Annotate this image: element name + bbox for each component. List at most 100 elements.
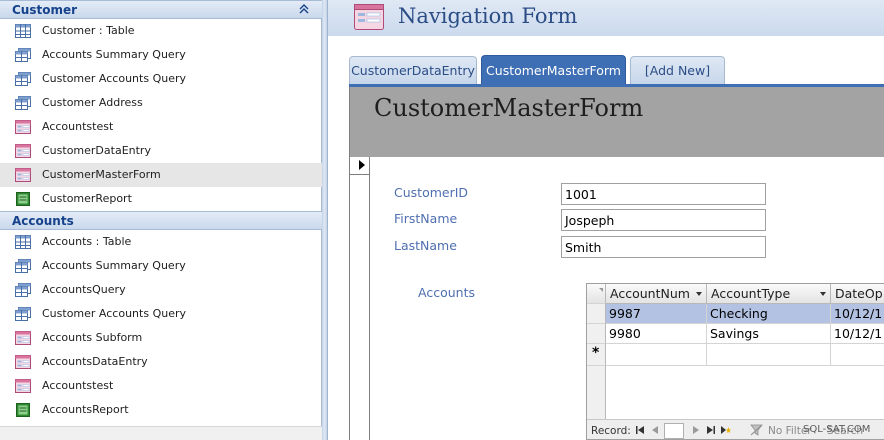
nav-item-label: Accountstest <box>42 379 114 392</box>
nav-group-header-accounts[interactable]: Accounts <box>0 211 322 230</box>
first-record-icon[interactable] <box>635 425 645 435</box>
nav-item-label: Accounts Summary Query <box>42 259 186 272</box>
nav-item-label: AccountsDataEntry <box>42 355 148 368</box>
cell-value: 9980 <box>609 326 641 341</box>
account-num-cell[interactable]: 9987 <box>606 304 707 324</box>
cell-value: Savings <box>710 326 759 341</box>
first-name-value: Jospeph <box>565 213 615 228</box>
collapse-icon[interactable] <box>298 3 310 15</box>
report-icon <box>15 191 31 206</box>
access-window: Customer Customer : Table Accounts Summar… <box>0 0 884 440</box>
date-opened-cell[interactable]: 10/12/1 <box>831 304 884 324</box>
customer-id-field[interactable]: 1001 <box>561 183 766 205</box>
account-type-cell[interactable]: Savings <box>707 324 831 344</box>
nav-item-accountsreport[interactable]: AccountsReport <box>0 398 322 422</box>
account-num-cell[interactable]: 9980 <box>606 324 707 344</box>
nav-pane-scrollbar[interactable] <box>0 426 322 440</box>
nav-item-label: Customer Accounts Query <box>42 307 186 320</box>
nav-item-label: Customer Accounts Query <box>42 72 186 85</box>
current-record-input[interactable] <box>664 423 684 439</box>
account-num-cell[interactable] <box>606 344 707 366</box>
new-record-selector[interactable]: * <box>587 344 606 366</box>
nav-item-accounts-subform[interactable]: Accounts Subform <box>0 326 322 350</box>
nav-group-title: Customer <box>12 3 78 17</box>
nav-item-customer-accounts-query[interactable]: Customer Accounts Query <box>0 67 322 91</box>
account-type-cell[interactable] <box>707 344 831 366</box>
new-record-marker: * <box>592 345 600 361</box>
column-header-account-type[interactable]: AccountType <box>707 284 831 304</box>
tab-label: CustomerDataEntry <box>351 63 475 78</box>
nav-item-customermasterform[interactable]: CustomerMasterForm <box>0 163 322 187</box>
nav-item-label: CustomerDataEntry <box>42 144 151 157</box>
customer-id-value: 1001 <box>565 187 597 202</box>
cell-value: 10/12/1 <box>834 326 883 341</box>
form-title: Navigation Form <box>398 4 578 28</box>
cell-value: 10/12/1 <box>834 306 883 321</box>
nav-item-accountstest[interactable]: Accountstest <box>0 374 322 398</box>
first-name-field[interactable]: Jospeph <box>561 209 766 231</box>
nav-item-label: Accountstest <box>42 120 114 133</box>
query-icon <box>15 95 31 110</box>
nav-item-label: Customer : Table <box>42 24 135 37</box>
tab-customer-data-entry[interactable]: CustomerDataEntry <box>349 56 477 84</box>
column-header-label: AccountType <box>711 286 791 301</box>
nav-item-accountsquery[interactable]: AccountsQuery <box>0 278 322 302</box>
row-selector[interactable] <box>587 304 606 324</box>
tab-customer-master-form[interactable]: CustomerMasterForm <box>481 55 626 85</box>
chevron-down-icon[interactable] <box>696 292 702 296</box>
column-header-account-num[interactable]: AccountNum <box>606 284 707 304</box>
cell-value: Checking <box>710 306 768 321</box>
nav-item-customer-table[interactable]: Customer : Table <box>0 19 322 43</box>
nav-item-accountstest[interactable]: Accountstest <box>0 115 322 139</box>
nav-item-accounts-summary-query[interactable]: Accounts Summary Query <box>0 43 322 67</box>
table-icon <box>15 234 31 249</box>
accounts-label: Accounts <box>418 285 475 300</box>
report-icon <box>15 402 31 417</box>
tab-label: CustomerMasterForm <box>486 63 621 78</box>
nav-item-customer-address[interactable]: Customer Address <box>0 91 322 115</box>
query-icon <box>15 47 31 62</box>
select-all-corner[interactable] <box>587 284 606 304</box>
nav-group-title: Accounts <box>12 214 74 228</box>
nav-item-label: AccountsReport <box>42 403 129 416</box>
last-name-field[interactable]: Smith <box>561 236 766 258</box>
form-icon <box>15 167 31 182</box>
new-record-icon[interactable] <box>721 425 731 435</box>
previous-record-icon[interactable] <box>650 425 660 435</box>
subform-header: CustomerMasterForm <box>350 87 884 157</box>
last-record-icon[interactable] <box>706 425 716 435</box>
nav-item-accountsdataentry[interactable]: AccountsDataEntry <box>0 350 322 374</box>
accounts-datasheet: AccountNum AccountType DateOp 9987 Check… <box>586 283 884 440</box>
nav-item-label: CustomerMasterForm <box>42 168 161 181</box>
filter-icon[interactable] <box>750 424 763 436</box>
form-icon <box>15 143 31 158</box>
tab-add-new[interactable]: [Add New] <box>630 56 725 84</box>
record-selector[interactable] <box>350 157 370 440</box>
next-record-icon[interactable] <box>691 425 701 435</box>
nav-item-accounts-summary-query[interactable]: Accounts Summary Query <box>0 254 322 278</box>
date-opened-cell[interactable]: 10/12/1 <box>831 324 884 344</box>
nav-item-accounts-table[interactable]: Accounts : Table <box>0 230 322 254</box>
navigation-pane: Customer Customer : Table Accounts Summar… <box>0 0 322 440</box>
first-name-label: FirstName <box>394 211 458 226</box>
row-selector[interactable] <box>587 324 606 344</box>
date-opened-cell[interactable] <box>831 344 884 366</box>
column-header-date-opened[interactable]: DateOp <box>831 284 884 304</box>
nav-item-label: Accounts Summary Query <box>42 48 186 61</box>
last-name-value: Smith <box>565 240 602 255</box>
table-icon <box>15 23 31 38</box>
query-icon <box>15 258 31 273</box>
subform-title: CustomerMasterForm <box>374 94 644 122</box>
record-label: Record: <box>591 425 631 437</box>
customer-id-label: CustomerID <box>394 185 469 200</box>
nav-group-header-customer[interactable]: Customer <box>0 0 322 19</box>
nav-item-customer-accounts-query[interactable]: Customer Accounts Query <box>0 302 322 326</box>
account-type-cell[interactable]: Checking <box>707 304 831 324</box>
select-all-icon <box>599 288 603 292</box>
column-header-label: DateOp <box>835 286 883 301</box>
column-header-label: AccountNum <box>610 286 690 301</box>
nav-item-customerdataentry[interactable]: CustomerDataEntry <box>0 139 322 163</box>
nav-item-customerreport[interactable]: CustomerReport <box>0 187 322 211</box>
chevron-down-icon[interactable] <box>820 292 826 296</box>
query-icon <box>15 306 31 321</box>
